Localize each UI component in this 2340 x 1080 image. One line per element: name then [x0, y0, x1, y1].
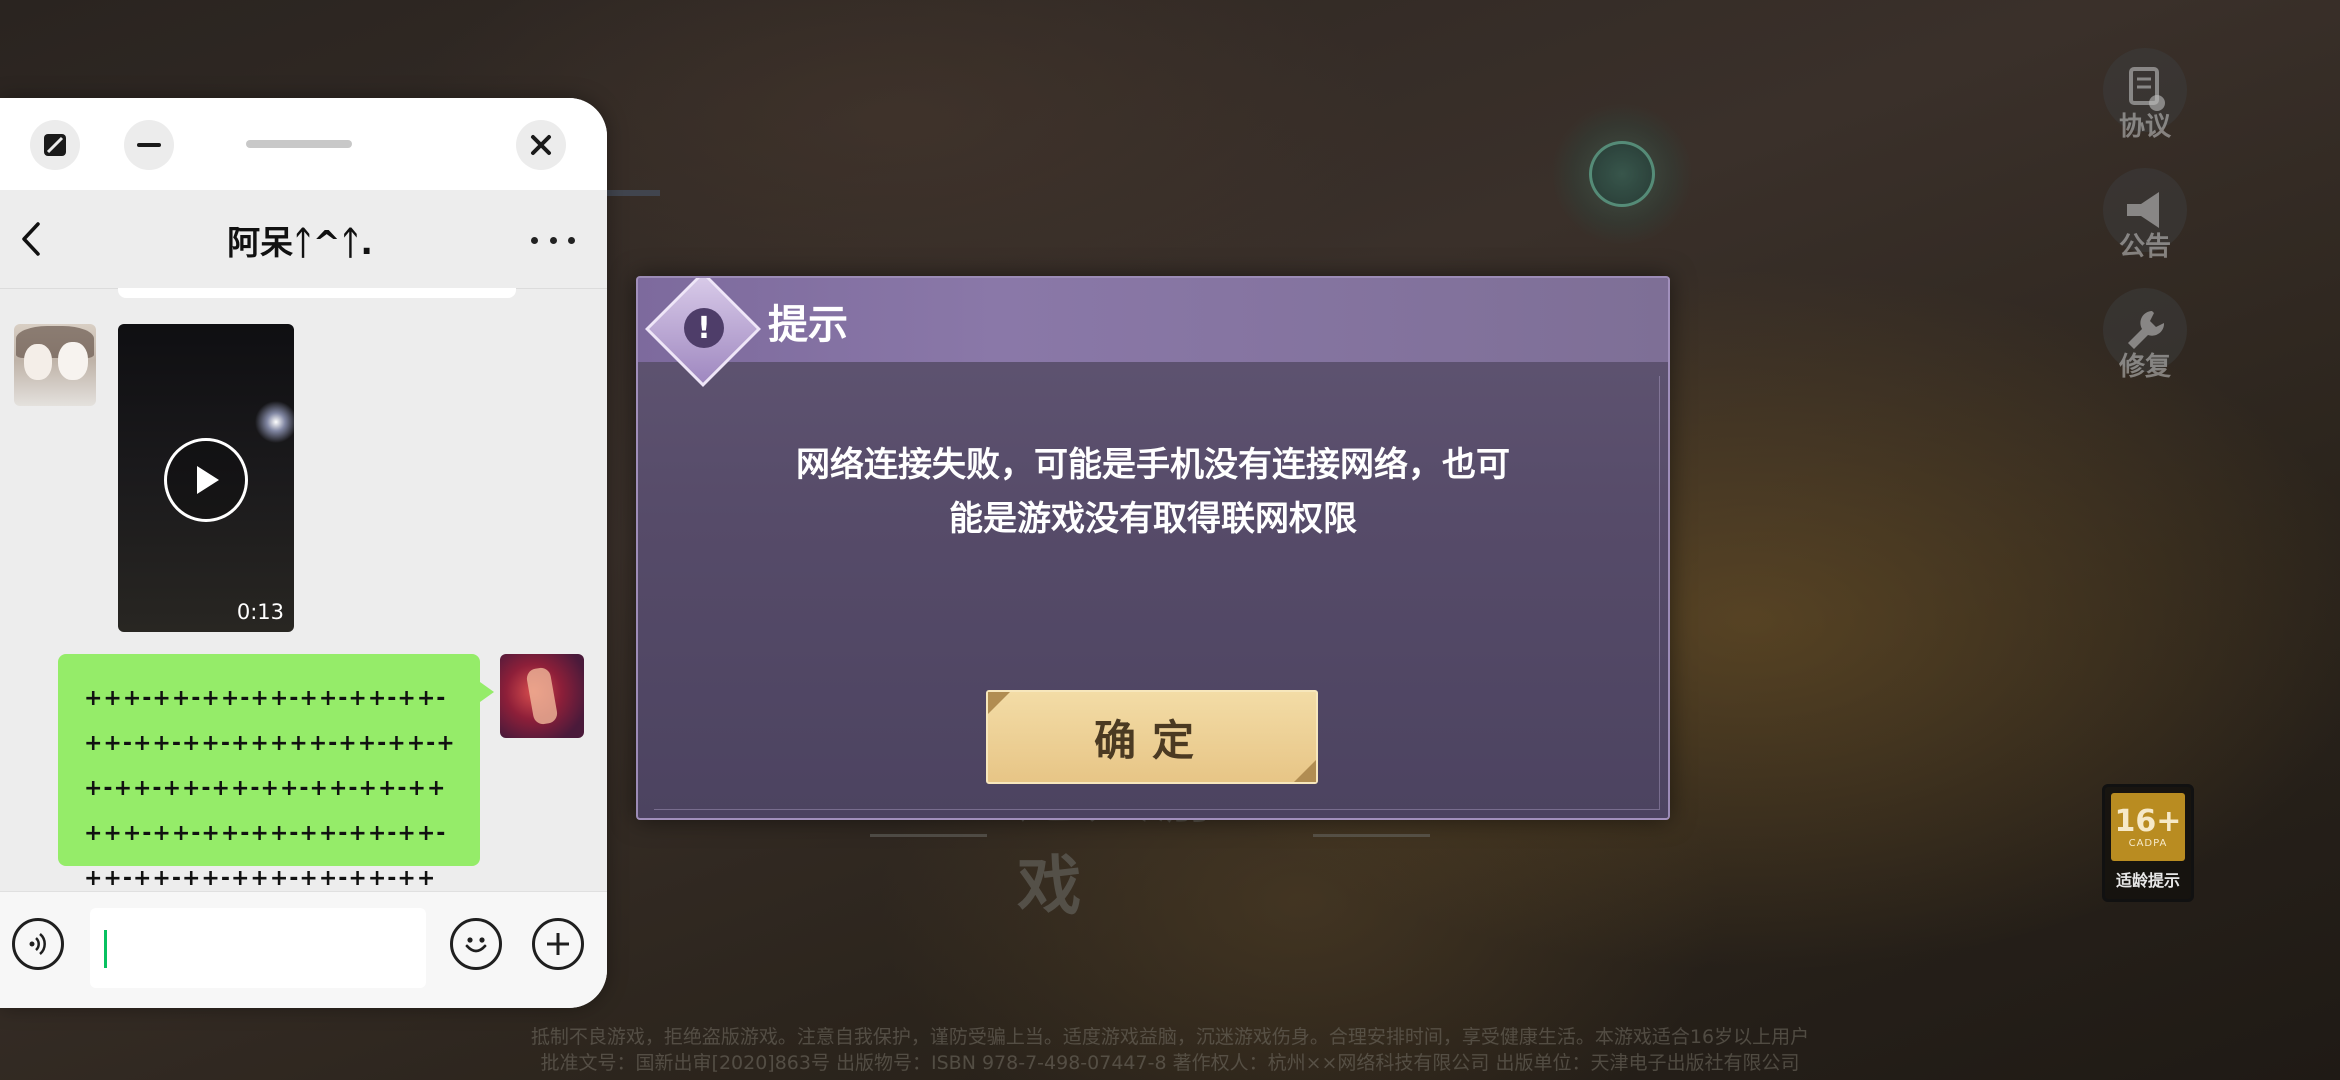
more-dot-icon — [568, 236, 575, 244]
voice-input-button[interactable] — [12, 918, 64, 970]
minimize-button[interactable] — [124, 120, 174, 170]
add-attachment-button[interactable] — [532, 918, 584, 970]
age-rating-tip: 适龄提示 — [2115, 871, 2180, 890]
chat-input-bar — [0, 891, 607, 1008]
dialog-header: ! 提示 — [638, 278, 1668, 387]
fullscreen-toggle-icon — [44, 134, 66, 156]
emoji-icon — [465, 937, 487, 953]
sent-message-text: +++-++-++-++-++-++-++-++-++-++-+++++-++-… — [84, 686, 456, 891]
announcement-button[interactable]: 公告 — [2100, 168, 2190, 268]
age-rating-icon: 16+ CADPA — [2111, 793, 2185, 861]
previous-message-stub — [118, 288, 516, 298]
fullscreen-toggle-button[interactable] — [30, 120, 80, 170]
sent-text-message[interactable]: +++-++-++-++-++-++-++-++-++-++-+++++-++-… — [58, 654, 494, 891]
avatar-face — [24, 344, 52, 380]
age-rating-number: 16+ — [2114, 803, 2182, 839]
repair-label: 修复 — [2118, 352, 2171, 382]
contact-name: 阿呆ᛏ^ᛏ. — [227, 223, 373, 262]
my-avatar[interactable] — [500, 654, 584, 738]
chat-window-topbar — [0, 98, 607, 190]
more-options-button[interactable] — [531, 220, 575, 260]
voice-icon — [29, 933, 46, 955]
close-icon — [531, 135, 551, 155]
emoji-button[interactable] — [450, 918, 502, 970]
age-rating-org: CADPA — [2128, 837, 2168, 849]
more-dot-icon — [531, 236, 538, 244]
close-window-button[interactable] — [516, 120, 566, 170]
exclamation-icon: ! — [684, 308, 724, 348]
chat-header: 阿呆ᛏ^ᛏ. — [0, 190, 607, 289]
more-dot-icon — [549, 236, 557, 244]
chevron-left-icon — [22, 222, 40, 256]
enter-game-left-line — [870, 833, 988, 837]
minimize-icon — [137, 143, 161, 147]
footer-line-1: 抵制不良游戏，拒绝盗版游戏。注意自我保护，谨防受骗上当。适度游戏益脑，沉迷游戏伤… — [530, 1026, 1810, 1048]
announcement-label: 公告 — [2118, 232, 2171, 262]
play-icon — [164, 438, 248, 522]
network-error-dialog: ! 提示 网络连接失败，可能是手机没有连接网络，也可 能是游戏没有取得联网权限 … — [636, 276, 1670, 820]
glow-orb-decoration — [1552, 104, 1692, 244]
contact-avatar[interactable] — [14, 324, 96, 406]
age-rating-badge[interactable]: 16+ CADPA 适龄提示 — [2102, 784, 2194, 902]
agreement-button[interactable]: 协议 — [2100, 48, 2190, 148]
chat-floating-window: 阿呆ᛏ^ᛏ. 0:13 +++-++-++-++-++-++-++-++-++-… — [0, 98, 607, 1008]
text-caret — [104, 930, 107, 968]
agreement-label: 协议 — [2118, 112, 2171, 142]
enter-game-right-line — [1312, 833, 1430, 837]
drag-handle[interactable] — [246, 140, 352, 148]
repair-button[interactable]: 修复 — [2100, 288, 2190, 388]
footer-line-2: 批准文号：国新出审[2020]863号 出版物号：ISBN 978-7-498-… — [540, 1052, 1800, 1074]
back-button[interactable] — [16, 214, 56, 264]
message-input[interactable] — [90, 908, 426, 988]
dialog-title: 提示 — [768, 302, 848, 348]
avatar-figure — [525, 666, 559, 726]
video-duration: 0:13 — [236, 600, 284, 624]
dialog-message-line-2: 能是游戏没有取得联网权限 — [949, 499, 1357, 539]
dialog-message: 网络连接失败，可能是手机没有连接网络，也可 能是游戏没有取得联网权限 — [748, 438, 1558, 546]
confirm-button[interactable]: 确定 — [986, 690, 1318, 784]
avatar-face — [58, 342, 88, 380]
plus-icon — [547, 933, 569, 955]
dialog-message-line-1: 网络连接失败，可能是手机没有连接网络，也可 — [796, 445, 1510, 485]
video-message[interactable]: 0:13 — [118, 324, 294, 632]
